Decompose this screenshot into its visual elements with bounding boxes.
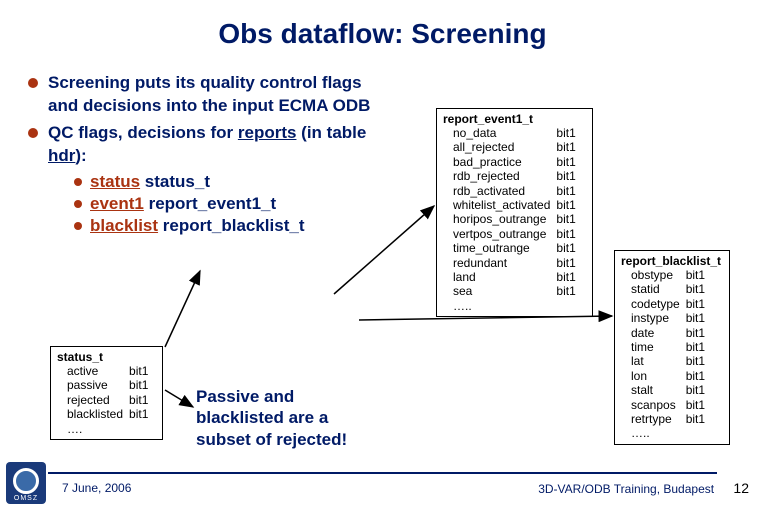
table-row: datebit1 — [621, 326, 711, 340]
table-row: blacklistedbit1 — [57, 407, 154, 421]
footer: 7 June, 2006 3D-VAR/ODB Training, Budape… — [0, 472, 765, 502]
blacklist-box-title: report_blacklist_t — [621, 254, 721, 268]
slide: Obs dataflow: Screening Screening puts i… — [0, 0, 765, 510]
table-row: lonbit1 — [621, 369, 711, 383]
table-row: whitelist_activatedbit1 — [443, 198, 582, 212]
bullet-dot-icon — [74, 222, 82, 230]
table-row: vertpos_outrangebit1 — [443, 227, 582, 241]
table-row: ….. — [621, 426, 711, 440]
bullet-dot-icon — [74, 178, 82, 186]
subbullet-event1: event1 report_event1_t — [74, 194, 394, 214]
table-row: seabit1 — [443, 284, 582, 298]
bullet-dot-icon — [74, 200, 82, 208]
footer-rule — [48, 472, 717, 474]
table-row: activebit1 — [57, 364, 154, 378]
table-row: latbit1 — [621, 354, 711, 368]
bullet-2: QC flags, decisions for reports (in tabl… — [28, 122, 394, 168]
status-table: activebit1passivebit1rejectedbit1blackli… — [57, 364, 154, 436]
table-row: time_outrangebit1 — [443, 241, 582, 255]
table-row: statidbit1 — [621, 282, 711, 296]
table-row: passivebit1 — [57, 378, 154, 392]
table-row: scanposbit1 — [621, 398, 711, 412]
bullet-dot-icon — [28, 78, 38, 88]
table-row: staltbit1 — [621, 383, 711, 397]
event-table: no_databit1all_rejectedbit1bad_practiceb… — [443, 126, 582, 313]
subbullet-status: status status_t — [74, 172, 394, 192]
event-box: report_event1_t no_databit1all_rejectedb… — [436, 108, 593, 317]
status-box-title: status_t — [57, 350, 154, 364]
table-row: bad_practicebit1 — [443, 155, 582, 169]
table-row: timebit1 — [621, 340, 711, 354]
table-row: no_databit1 — [443, 126, 582, 140]
table-row: rdb_rejectedbit1 — [443, 169, 582, 183]
table-row: landbit1 — [443, 270, 582, 284]
footer-date: 7 June, 2006 — [62, 481, 131, 495]
table-row: rdb_activatedbit1 — [443, 184, 582, 198]
footer-course: 3D-VAR/ODB Training, Budapest — [538, 482, 714, 496]
blacklist-table: obstypebit1statidbit1codetypebit1instype… — [621, 268, 711, 441]
status-box: status_t activebit1passivebit1rejectedbi… — [50, 346, 163, 440]
table-row: all_rejectedbit1 — [443, 140, 582, 154]
table-row: obstypebit1 — [621, 268, 711, 282]
blacklist-box: report_blacklist_t obstypebit1statidbit1… — [614, 250, 730, 445]
note-text: Passive and blacklisted are a subset of … — [196, 386, 386, 450]
table-row: horipos_outrangebit1 — [443, 212, 582, 226]
table-row: rejectedbit1 — [57, 393, 154, 407]
bullet-2-text: QC flags, decisions for reports (in tabl… — [48, 122, 394, 168]
table-row: ….. — [443, 299, 582, 313]
bullet-1: Screening puts its quality control flags… — [28, 72, 394, 118]
content-area: Screening puts its quality control flags… — [14, 72, 751, 238]
table-row: codetypebit1 — [621, 297, 711, 311]
table-row: instypebit1 — [621, 311, 711, 325]
bullet-1-text: Screening puts its quality control flags… — [48, 72, 394, 118]
page-title: Obs dataflow: Screening — [14, 18, 751, 50]
page-number: 12 — [733, 480, 749, 496]
subbullet-blacklist: blacklist report_blacklist_t — [74, 216, 394, 236]
event-box-title: report_event1_t — [443, 112, 582, 126]
table-row: retrtypebit1 — [621, 412, 711, 426]
table-row: redundantbit1 — [443, 256, 582, 270]
bullet-list: Screening puts its quality control flags… — [14, 72, 394, 238]
table-row: …. — [57, 422, 154, 436]
bullet-dot-icon — [28, 128, 38, 138]
